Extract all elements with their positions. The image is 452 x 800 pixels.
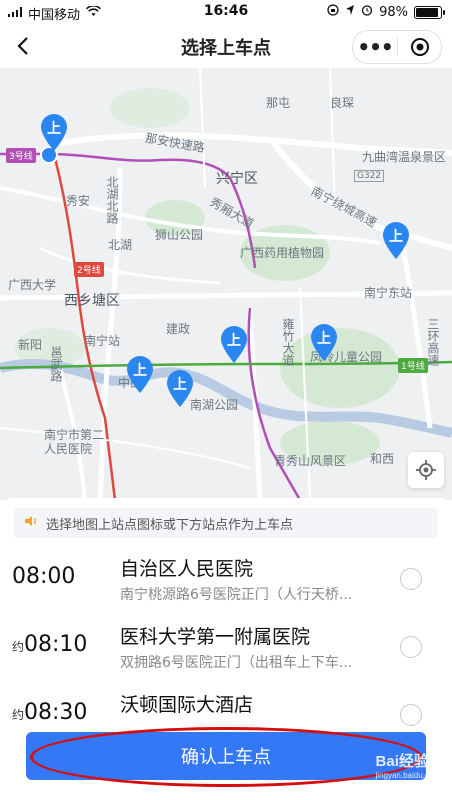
metro-line-3-badge: 3号线 <box>6 148 36 163</box>
map-label: 南宁东站 <box>364 286 413 300</box>
map-label: 狮山公园 <box>155 228 204 242</box>
stop-item[interactable]: 约08:10 医科大学第一附属医院 双拥路6号医院正门（出租车上下车... <box>0 616 452 680</box>
metro-line-1-badge: 1号线 <box>398 358 428 373</box>
map-view[interactable]: 那屯 良琛 那安快速路 九曲湾温泉景区 兴宁区 G322 秀安 北湖北路 秀厢大… <box>0 68 452 500</box>
pin-label: 上 <box>317 331 331 347</box>
tip-text: 选择地图上站点图标或下方站点作为上车点 <box>46 517 294 533</box>
map-label: 南宁站 <box>84 334 121 348</box>
pickup-station-pin[interactable]: 上 <box>218 324 250 364</box>
metro-line-2-badge: 2号线 <box>74 262 104 277</box>
map-label: 建政 <box>166 322 191 336</box>
approx-label: 约 <box>12 640 25 654</box>
mini-program-capsule: ••• <box>352 30 442 64</box>
map-label: 广西大学 <box>8 278 57 292</box>
stop-name: 医科大学第一附属医院 <box>120 626 311 648</box>
battery-percent: 98% <box>379 4 408 20</box>
map-label: 秀安 <box>66 194 91 208</box>
map-label: 邕武路 <box>49 346 63 382</box>
pickup-station-pin[interactable]: 上 <box>164 368 196 408</box>
battery-icon <box>414 5 445 19</box>
stop-time-wrap: 约08:10 <box>12 632 87 657</box>
watermark-url: jingyan.baidu.com <box>375 771 440 780</box>
map-label: 良琛 <box>330 96 355 110</box>
confirm-pickup-button[interactable]: 确认上车点 <box>26 732 426 780</box>
map-label: 南湖公园 <box>190 398 239 412</box>
map-label: 南宁市第二人民医院 <box>44 428 105 456</box>
highway-label: G322 <box>354 170 385 182</box>
stop-address: 南宁桃源路6号医院正门（人行天桥... <box>120 587 353 603</box>
orientation-lock-icon <box>327 4 339 20</box>
watermark-brand: Bai <box>375 753 399 770</box>
map-label: 广西药用植物园 <box>240 246 325 260</box>
district-label: 兴宁区 <box>216 171 258 187</box>
stop-time: 08:10 <box>24 632 88 657</box>
stop-name: 自治区人民医院 <box>120 558 254 580</box>
map-label: 九曲湾温泉景区 <box>362 150 447 164</box>
stop-radio[interactable] <box>400 636 422 658</box>
map-label: 北湖北路 <box>105 176 119 224</box>
map-label: 青秀山风景区 <box>274 454 347 468</box>
target-close-icon <box>410 38 429 56</box>
status-bar: 中国移动 16:46 98% <box>0 0 452 24</box>
stop-radio[interactable] <box>400 704 422 726</box>
crosshair-icon <box>416 460 436 480</box>
stop-time: 08:00 <box>12 564 76 589</box>
watermark-brand-suffix: 经验 <box>398 753 429 770</box>
pickup-station-pin[interactable]: 上 <box>38 112 70 152</box>
baidu-jingyan-watermark: Bai经验 jingyan.baidu.com <box>376 750 440 780</box>
locate-me-button[interactable] <box>408 452 444 488</box>
map-label: 雍竹大道 <box>281 318 295 366</box>
district-label: 西乡塘区 <box>64 293 120 309</box>
stop-time-wrap: 08:00 <box>12 564 75 589</box>
approx-label: 约 <box>12 708 25 722</box>
pickup-station-pin[interactable]: 上 <box>124 354 156 394</box>
stop-address: 双拥路6号医院正门（出租车上下车... <box>120 655 353 671</box>
pin-label: 上 <box>173 377 187 393</box>
speaker-icon <box>24 515 38 531</box>
stop-radio[interactable] <box>400 568 422 590</box>
tip-banner: 选择地图上站点图标或下方站点作为上车点 <box>14 508 438 538</box>
alarm-icon <box>361 4 373 20</box>
location-icon <box>345 4 355 20</box>
stop-name: 沃顿国际大酒店 <box>120 694 254 716</box>
battery-fill <box>416 7 438 17</box>
stop-time-wrap: 约08:30 <box>12 700 87 725</box>
map-label: 北湖 <box>108 238 133 252</box>
more-button[interactable]: ••• <box>353 31 397 63</box>
nav-bar: 选择上车点 ••• <box>0 24 452 68</box>
map-label: 新阳 <box>18 338 43 352</box>
pin-label: 上 <box>47 121 61 137</box>
pin-label: 上 <box>389 229 403 245</box>
map-label: 那屯 <box>266 96 291 110</box>
stop-item[interactable]: 08:00 自治区人民医院 南宁桃源路6号医院正门（人行天桥... <box>0 548 452 612</box>
map-label: 和西 <box>370 452 395 466</box>
pin-label: 上 <box>133 363 147 379</box>
stop-time: 08:30 <box>24 700 88 725</box>
pickup-station-pin[interactable]: 上 <box>308 322 340 362</box>
close-mini-program-button[interactable] <box>398 37 441 57</box>
pickup-station-pin[interactable]: 上 <box>380 220 412 260</box>
pin-label: 上 <box>227 333 241 349</box>
